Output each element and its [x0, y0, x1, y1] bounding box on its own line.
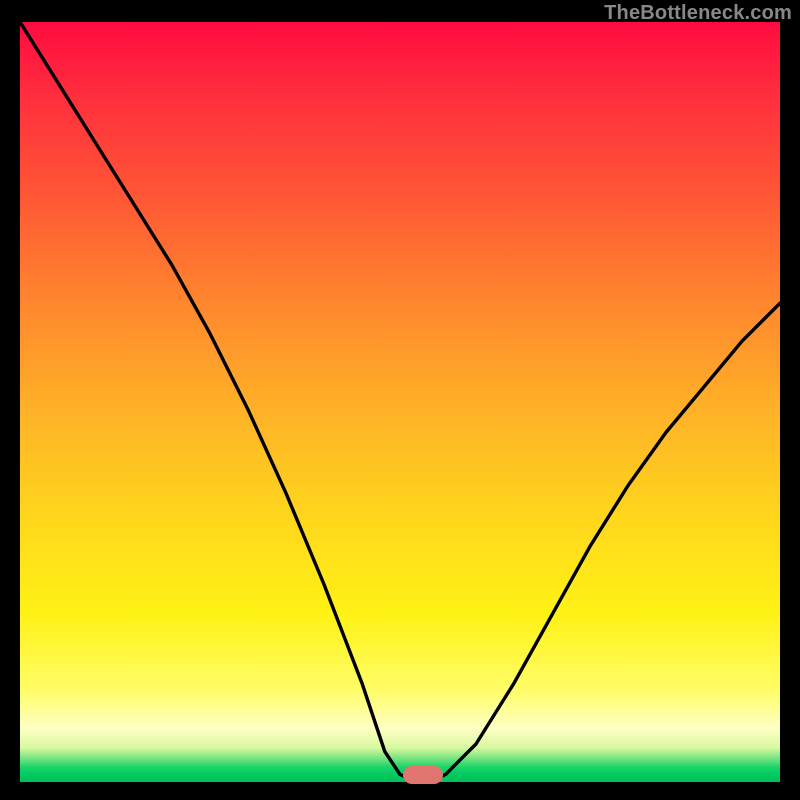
watermark-text: TheBottleneck.com [604, 2, 792, 25]
minimum-marker [403, 766, 443, 784]
chart-container: TheBottleneck.com [0, 0, 800, 800]
curve-path [20, 22, 780, 782]
plot-area [20, 22, 780, 782]
bottleneck-curve [20, 22, 780, 782]
